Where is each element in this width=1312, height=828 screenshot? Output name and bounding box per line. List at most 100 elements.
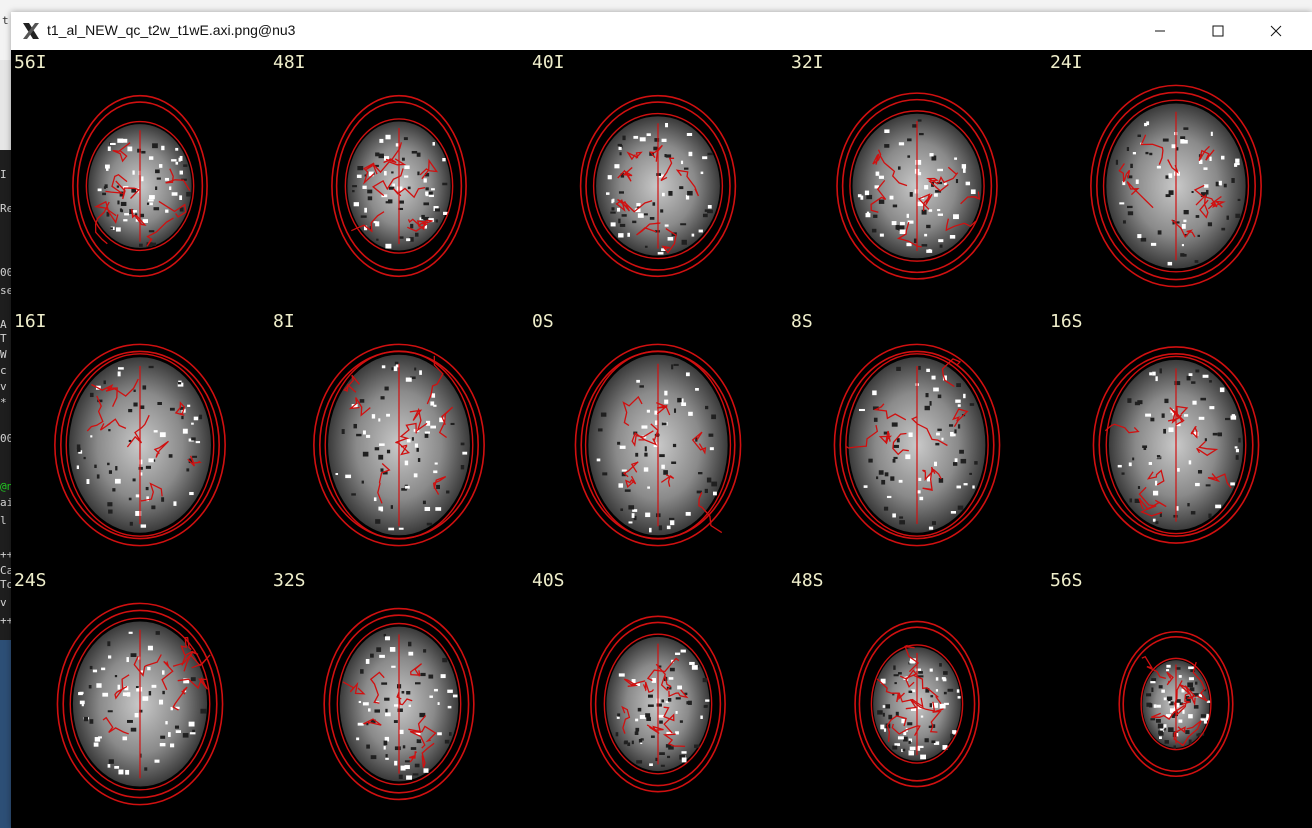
slice-image xyxy=(331,94,467,278)
tissue-speckle xyxy=(1178,719,1183,723)
tissue-speckle xyxy=(1183,219,1187,223)
tissue-speckle xyxy=(385,754,388,758)
tissue-speckle xyxy=(954,458,958,463)
tissue-speckle xyxy=(621,214,627,217)
terminal-line: Re xyxy=(0,202,11,215)
tissue-speckle xyxy=(1208,513,1212,519)
tissue-speckle xyxy=(391,171,394,174)
tissue-speckle xyxy=(602,472,608,476)
tissue-speckle xyxy=(656,173,662,176)
tissue-speckle xyxy=(681,402,687,406)
tissue-speckle xyxy=(1200,714,1207,718)
tissue-speckle xyxy=(154,759,160,763)
tissue-speckle xyxy=(661,138,667,142)
tissue-speckle xyxy=(647,694,653,698)
tissue-speckle xyxy=(1145,413,1152,417)
tissue-speckle xyxy=(1197,470,1203,474)
tissue-speckle xyxy=(1178,675,1182,678)
tissue-speckle xyxy=(1156,165,1161,169)
tissue-speckle xyxy=(707,209,713,214)
tissue-speckle xyxy=(404,760,410,763)
tissue-speckle xyxy=(420,672,426,677)
tissue-speckle xyxy=(668,677,674,680)
tissue-speckle xyxy=(148,691,152,696)
axial-slice: 48S xyxy=(788,568,1046,826)
tissue-speckle xyxy=(610,222,616,227)
axial-slice: 56S xyxy=(1047,568,1305,826)
image-viewer-window: t1_al_NEW_qc_t2w_t1wE.axi.png@nu3 56I 48I… xyxy=(11,12,1312,828)
tissue-speckle xyxy=(362,702,369,706)
tissue-speckle xyxy=(1188,460,1192,465)
tissue-speckle xyxy=(695,388,699,391)
minimize-button[interactable] xyxy=(1131,12,1189,50)
tissue-speckle xyxy=(597,428,603,432)
tissue-speckle xyxy=(957,505,964,510)
tissue-speckle xyxy=(181,415,184,420)
tissue-speckle xyxy=(186,468,190,472)
tissue-speckle xyxy=(423,178,427,183)
tissue-speckle xyxy=(1166,696,1173,701)
tissue-speckle xyxy=(1155,376,1158,382)
tissue-speckle xyxy=(937,428,942,431)
tissue-speckle xyxy=(1183,209,1189,215)
tissue-speckle xyxy=(1198,416,1205,420)
tissue-speckle xyxy=(1168,427,1174,433)
slice-label: 56I xyxy=(14,52,47,73)
tissue-speckle xyxy=(173,501,177,506)
tissue-speckle xyxy=(365,658,370,664)
tissue-speckle xyxy=(1155,521,1159,525)
tissue-speckle xyxy=(442,158,446,162)
slice-label: 0S xyxy=(532,311,554,332)
tissue-speckle xyxy=(108,655,112,659)
tissue-speckle xyxy=(1197,234,1200,237)
tissue-speckle xyxy=(905,454,911,460)
tissue-speckle xyxy=(637,707,642,712)
tissue-speckle xyxy=(882,712,885,717)
tissue-speckle xyxy=(899,221,905,226)
tissue-speckle xyxy=(646,133,651,136)
tissue-speckle xyxy=(186,191,192,197)
tissue-speckle xyxy=(898,479,903,483)
tissue-speckle xyxy=(1195,482,1200,487)
tissue-speckle xyxy=(936,432,940,436)
slice-image xyxy=(836,92,998,280)
tissue-speckle xyxy=(155,631,160,635)
tissue-speckle xyxy=(954,429,957,434)
tissue-speckle xyxy=(114,675,118,678)
tissue-speckle xyxy=(414,367,417,371)
tissue-speckle xyxy=(408,641,412,647)
tissue-speckle xyxy=(115,227,121,232)
tissue-speckle xyxy=(151,505,156,510)
tissue-speckle xyxy=(122,692,128,697)
tissue-speckle xyxy=(679,720,683,723)
tissue-speckle xyxy=(704,704,708,708)
tissue-speckle xyxy=(665,122,669,128)
tissue-speckle xyxy=(368,708,371,712)
tissue-speckle xyxy=(596,458,601,462)
title-bar[interactable]: t1_al_NEW_qc_t2w_t1wE.axi.png@nu3 xyxy=(11,12,1312,51)
tissue-speckle xyxy=(378,418,381,422)
maximize-button[interactable] xyxy=(1189,12,1247,50)
tissue-speckle xyxy=(712,491,717,496)
tissue-speckle xyxy=(884,144,890,148)
image-canvas[interactable]: 56I 48I 40I 32I 24I 16I 8I 0S 8S 16S 24S 32S 40S 48S 5… xyxy=(11,50,1312,828)
tissue-speckle xyxy=(954,157,958,160)
tissue-speckle xyxy=(384,697,390,701)
tissue-speckle xyxy=(155,169,160,174)
tissue-speckle xyxy=(78,692,83,696)
tissue-speckle xyxy=(898,142,905,146)
tissue-speckle xyxy=(433,470,438,474)
tissue-speckle xyxy=(675,710,678,714)
tissue-speckle xyxy=(94,464,97,469)
tissue-speckle xyxy=(937,168,944,172)
close-button[interactable] xyxy=(1247,12,1305,50)
slice-image xyxy=(72,94,208,278)
tissue-speckle xyxy=(1137,134,1142,138)
tissue-speckle xyxy=(164,177,169,181)
tissue-speckle xyxy=(963,393,966,399)
tissue-speckle xyxy=(378,454,384,460)
slice-image xyxy=(833,343,1001,547)
tissue-speckle xyxy=(393,720,398,723)
tissue-speckle xyxy=(381,365,386,369)
tissue-speckle xyxy=(428,194,434,198)
